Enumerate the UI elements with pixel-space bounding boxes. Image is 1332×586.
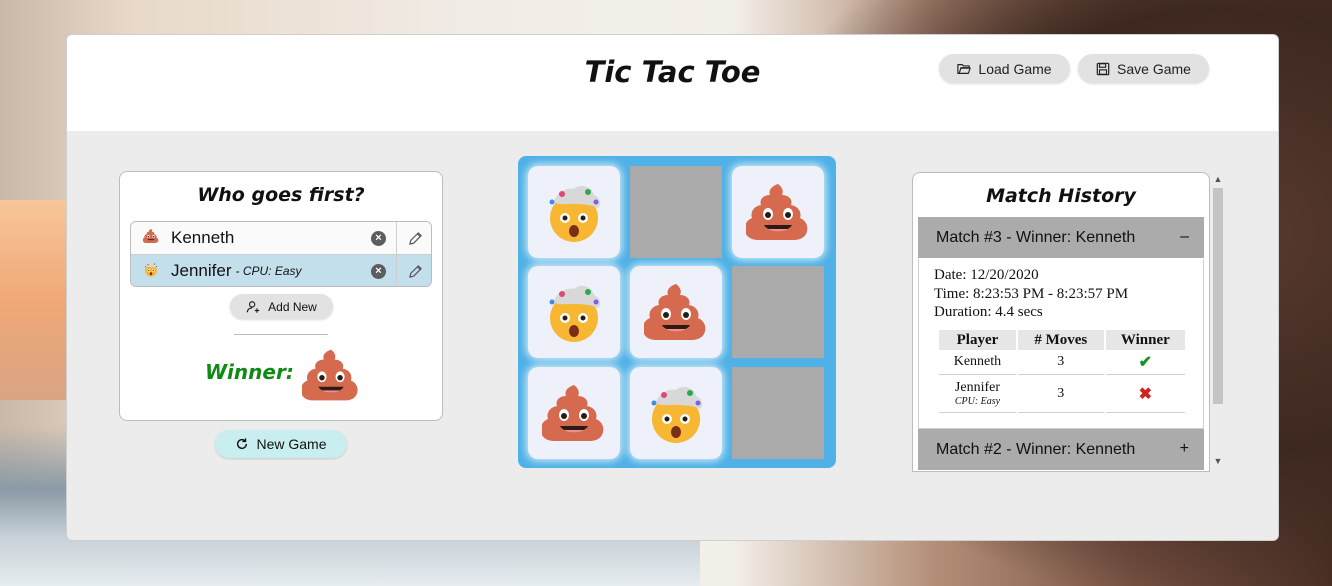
pencil-icon [408,231,422,245]
scroll-down-icon[interactable]: ▼ [1211,454,1225,468]
table-row: Kenneth 3 ✔ [939,350,1185,375]
app-window: Tic Tac Toe Load Game Save Game Who goes… [66,34,1279,541]
expand-icon[interactable]: + [1180,440,1189,458]
player-name: Kenneth [171,228,235,247]
player-name: Jennifer [171,261,232,280]
player-list: Kenneth × Jennifer - CPU: Easy × [130,221,432,287]
remove-player-icon[interactable]: × [371,231,386,246]
cross-icon: ✖ [1105,375,1185,413]
new-game-button[interactable]: New Game [215,430,347,458]
save-game-label: Save Game [1117,60,1191,77]
player-row-jennifer[interactable]: Jennifer - CPU: Easy × [131,255,431,286]
save-game-button[interactable]: Save Game [1078,54,1209,83]
background-sunset [0,200,70,400]
scrollbar-thumb[interactable] [1213,188,1223,404]
moves-cell: 3 [1017,375,1104,413]
edit-player-button[interactable] [396,255,431,286]
match-header-text: Match #2 - Winner: Kenneth [936,440,1136,458]
board-cell[interactable] [732,367,824,459]
add-user-icon [246,300,260,313]
exploding-head-icon [131,261,171,281]
player-cpu-level: - CPU: Easy [235,264,302,278]
pile-of-poo-icon [746,180,810,244]
history-scrollbar[interactable]: ▲ ▼ [1211,172,1225,468]
column-header-moves: # Moves [1017,330,1104,350]
match-header-text: Match #3 - Winner: Kenneth [936,228,1136,246]
moves-cell: 3 [1017,350,1104,375]
new-game-label: New Game [256,436,327,452]
pile-of-poo-icon [644,280,708,344]
edit-player-button[interactable] [396,222,431,254]
match-date: Date: 12/20/2020 [934,267,1039,283]
match-duration: Duration: 4.4 secs [934,304,1043,320]
pile-of-poo-icon [131,228,171,248]
exploding-head-icon [542,280,606,344]
pencil-icon [408,264,422,278]
who-goes-first-panel: Who goes first? Kenneth × Jennifer - CPU… [119,171,443,421]
folder-open-icon [957,63,972,74]
add-new-player-button[interactable]: Add New [230,294,333,319]
player-name: Jennifer [954,380,1000,395]
add-new-label: Add New [268,299,317,314]
game-board [518,156,836,468]
match-time: Time: 8:23:53 PM - 8:23:57 PM [934,286,1129,302]
divider [234,334,328,335]
player-cpu-level: CPU: Easy [954,396,1001,407]
board-cell[interactable] [528,367,620,459]
winner-pile-of-poo-icon [302,346,360,404]
board-cell[interactable] [528,266,620,358]
match-history-panel: Match History Match #3 - Winner: Kenneth… [912,172,1210,472]
table-row: Jennifer CPU: Easy 3 ✖ [939,375,1185,413]
player-row-kenneth[interactable]: Kenneth × [131,222,431,255]
pile-of-poo-icon [542,381,606,445]
board-cell[interactable] [630,166,722,258]
board-cell[interactable] [630,367,722,459]
checkmark-icon: ✔ [1105,350,1185,375]
player-cell: Jennifer CPU: Easy [939,375,1016,413]
board-cell[interactable] [528,166,620,258]
who-goes-first-title: Who goes first? [197,184,365,206]
player-cell: Kenneth [939,350,1016,375]
column-header-player: Player [939,330,1016,350]
floppy-disk-icon [1096,62,1110,75]
winner-label: Winner: [205,360,294,384]
match-results-table: Player # Moves Winner Kenneth 3 ✔ Jennif… [937,330,1187,413]
column-header-winner: Winner [1105,330,1185,350]
match-3-header[interactable]: Match #3 - Winner: Kenneth – [918,217,1204,258]
exploding-head-icon [644,381,708,445]
board-cell[interactable] [732,166,824,258]
remove-player-icon[interactable]: × [371,264,386,279]
load-game-button[interactable]: Load Game [939,54,1070,83]
refresh-icon [237,438,248,450]
collapse-icon[interactable]: – [1180,228,1189,246]
exploding-head-icon [542,180,606,244]
header: Tic Tac Toe Load Game Save Game [67,35,1278,131]
match-history-title: Match History [986,185,1136,207]
match-3-details: Date: 12/20/2020 Time: 8:23:53 PM - 8:23… [918,259,1204,429]
scroll-up-icon[interactable]: ▲ [1211,172,1225,186]
board-cell[interactable] [630,266,722,358]
board-cell[interactable] [732,266,824,358]
match-2-header[interactable]: Match #2 - Winner: Kenneth + [918,429,1204,470]
load-game-label: Load Game [978,60,1052,77]
